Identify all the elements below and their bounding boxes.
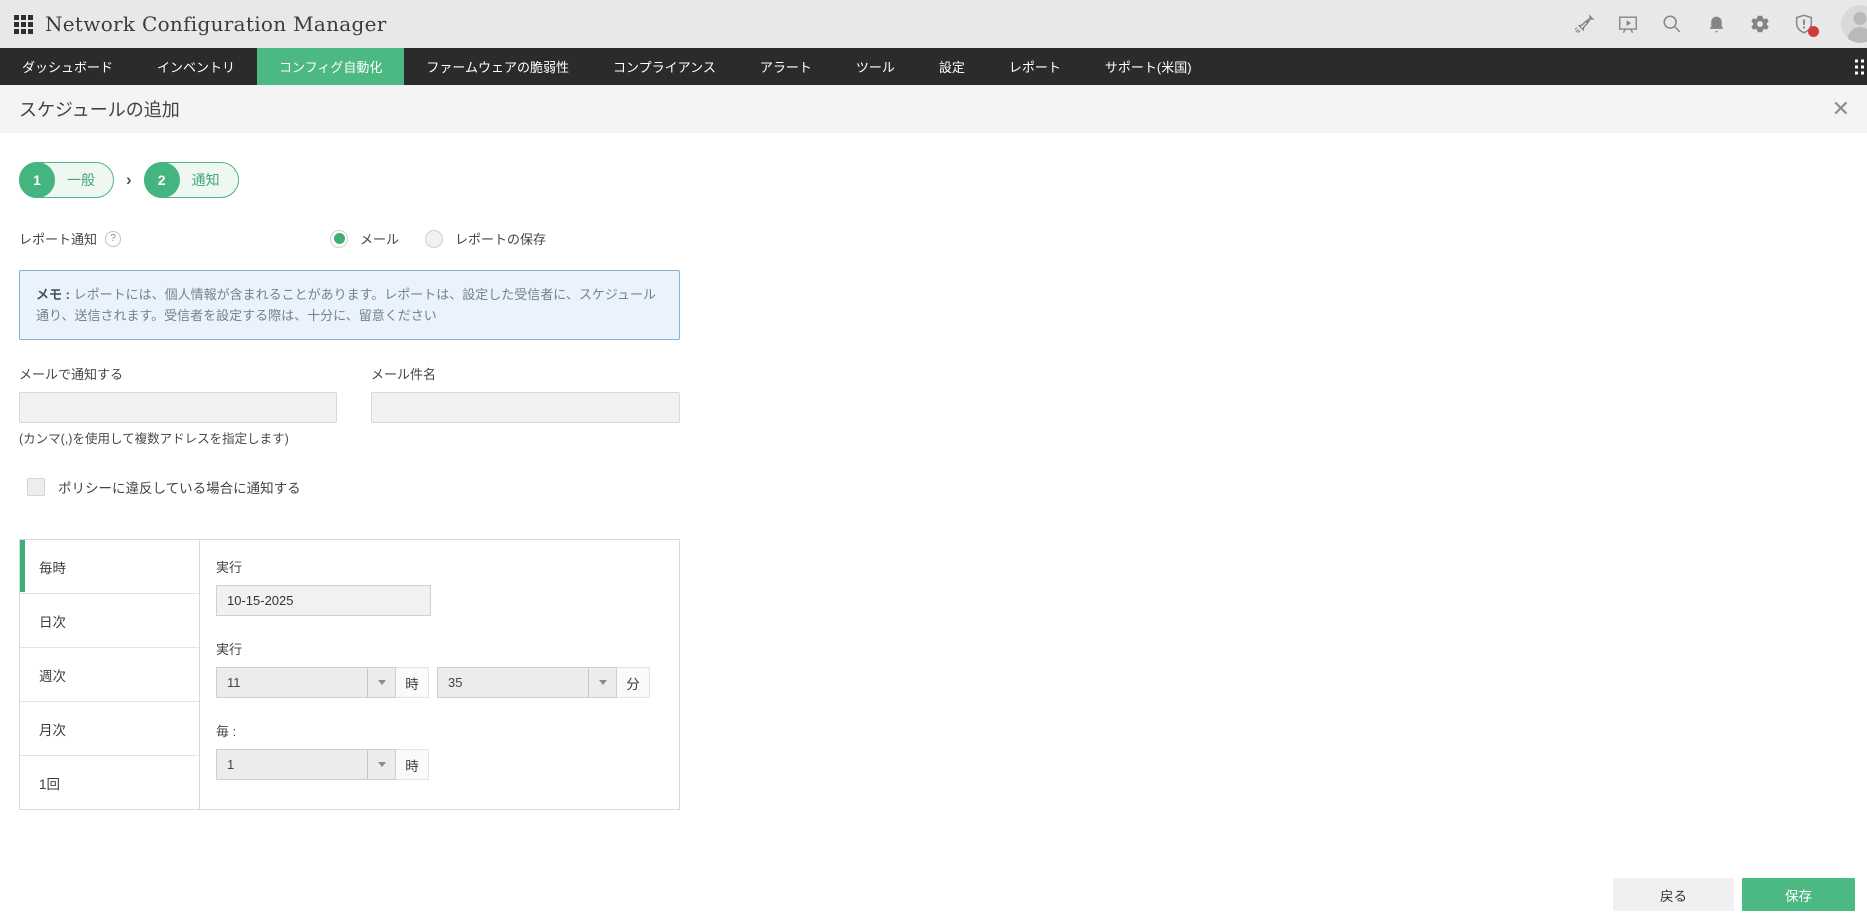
- dialog-content: 1 一般 › 2 通知 レポート通知 ? メール レポートの保存 メモ : レポ…: [0, 133, 1867, 810]
- report-notify-label: レポート通知: [19, 232, 98, 247]
- step-notification-label: 通知: [191, 172, 220, 188]
- run-date-label: 実行: [216, 560, 243, 575]
- every-select-value: 1: [227, 757, 235, 772]
- footer-actions: 戻る 保存: [1613, 878, 1855, 911]
- wizard-steps: 1 一般 › 2 通知: [19, 162, 1848, 198]
- caret-down-icon: [377, 762, 386, 767]
- nav-item-support[interactable]: サポート(米国): [1083, 48, 1214, 85]
- presentation-icon[interactable]: [1617, 13, 1639, 35]
- app-title: Network Configuration Manager: [45, 12, 387, 36]
- alert-badge: [1808, 26, 1819, 37]
- hour-select-value: 11: [227, 675, 241, 690]
- run-date-input[interactable]: 10-15-2025: [216, 585, 431, 616]
- radio-email-label: メール: [360, 232, 400, 247]
- minute-select[interactable]: 35: [437, 667, 617, 698]
- every-label: 毎 :: [216, 724, 237, 739]
- radio-save-report-circle[interactable]: [425, 229, 444, 248]
- nav-item-config-automation[interactable]: コンフィグ自動化: [257, 48, 405, 85]
- dialog-titlebar: スケジュールの追加 ✕: [0, 85, 1867, 133]
- every-select-arrow[interactable]: [367, 750, 395, 779]
- schedule-box: 毎時 日次 週次 月次 1回 実行 10-15-2025 実行 11 時 35: [19, 539, 680, 810]
- nav-more-dots-icon[interactable]: [1855, 59, 1864, 74]
- user-avatar[interactable]: [1841, 5, 1867, 43]
- hour-select[interactable]: 11: [216, 667, 396, 698]
- radio-save-report-label: レポートの保存: [455, 232, 547, 247]
- step-general-label: 一般: [67, 172, 95, 188]
- policy-violation-label: ポリシーに違反している場合に通知する: [58, 481, 301, 496]
- memo-info-box: メモ : レポートには、個人情報が含まれることがあります。レポートは、設定した受…: [19, 270, 680, 340]
- email-subject-input[interactable]: [371, 392, 680, 423]
- schedule-panel: 実行 10-15-2025 実行 11 時 35 分 毎 : 1 時: [200, 540, 679, 809]
- notifications-bell-icon[interactable]: [1705, 13, 1727, 35]
- nav-item-alerts[interactable]: アラート: [738, 48, 834, 85]
- nav-item-firmware-vulnerability[interactable]: ファームウェアの脆弱性: [404, 48, 591, 85]
- caret-down-icon: [598, 680, 607, 685]
- step-notification-number: 2: [143, 162, 180, 198]
- save-button[interactable]: 保存: [1742, 878, 1855, 911]
- radio-email-circle[interactable]: [330, 229, 348, 248]
- step-general[interactable]: 1 一般: [19, 162, 114, 198]
- notify-radio-group: メール レポートの保存: [330, 229, 546, 248]
- minute-select-arrow[interactable]: [588, 668, 616, 697]
- nav-item-inventory[interactable]: インベントリ: [135, 48, 257, 85]
- radio-save-report[interactable]: レポートの保存: [425, 229, 546, 248]
- memo-prefix: メモ :: [36, 287, 70, 302]
- tab-monthly[interactable]: 月次: [20, 702, 199, 756]
- tab-daily[interactable]: 日次: [20, 594, 199, 648]
- every-suffix: 時: [396, 749, 429, 780]
- apps-grid-icon[interactable]: [14, 14, 33, 34]
- hour-suffix: 時: [396, 667, 429, 698]
- memo-text: レポートには、個人情報が含まれることがあります。レポートは、設定した受信者に、ス…: [36, 287, 656, 323]
- tab-once[interactable]: 1回: [20, 756, 199, 809]
- tab-hourly[interactable]: 毎時: [20, 540, 199, 594]
- run-time-label: 実行: [216, 642, 243, 657]
- back-button[interactable]: 戻る: [1613, 878, 1734, 911]
- settings-gear-icon[interactable]: [1749, 13, 1771, 35]
- help-icon[interactable]: ?: [105, 230, 122, 247]
- caret-down-icon: [377, 680, 386, 685]
- header-icons: [1573, 0, 1867, 48]
- policy-violation-checkbox[interactable]: [27, 478, 45, 496]
- email-to-input[interactable]: [19, 392, 337, 423]
- nav-item-settings[interactable]: 設定: [917, 48, 987, 85]
- chevron-right-icon: ›: [126, 170, 132, 189]
- search-icon[interactable]: [1661, 13, 1683, 35]
- hour-select-arrow[interactable]: [367, 668, 395, 697]
- schedule-tabs: 毎時 日次 週次 月次 1回: [20, 540, 200, 809]
- email-fields-row: メールで通知する (カンマ(,)を使用して複数アドレスを指定します) メール件名: [19, 364, 1848, 475]
- nav-item-compliance[interactable]: コンプライアンス: [591, 48, 738, 85]
- policy-violation-checkbox-row[interactable]: ポリシーに違反している場合に通知する: [27, 477, 1848, 497]
- nav-item-tools[interactable]: ツール: [834, 48, 917, 85]
- security-alert-shield-icon[interactable]: [1793, 13, 1819, 37]
- email-to-label: メールで通知する: [19, 367, 124, 382]
- every-select[interactable]: 1: [216, 749, 396, 780]
- run-time-row: 11 時 35 分: [216, 667, 679, 698]
- main-nav: ダッシュボード インベントリ コンフィグ自動化 ファームウェアの脆弱性 コンプラ…: [0, 48, 1867, 85]
- minute-suffix: 分: [617, 667, 650, 698]
- tab-weekly[interactable]: 週次: [20, 648, 199, 702]
- nav-item-reports[interactable]: レポート: [987, 48, 1083, 85]
- minute-select-value: 35: [448, 675, 463, 690]
- step-general-number: 1: [19, 162, 55, 198]
- every-row: 1 時: [216, 749, 679, 780]
- report-notify-row: レポート通知 ? メール レポートの保存: [19, 229, 1848, 248]
- email-hint: (カンマ(,)を使用して複数アドレスを指定します): [19, 432, 289, 446]
- app-header: Network Configuration Manager: [0, 0, 1867, 48]
- page-title: スケジュールの追加: [19, 100, 180, 120]
- radio-email[interactable]: メール: [330, 229, 399, 248]
- close-icon[interactable]: ✕: [1832, 98, 1850, 120]
- nav-item-dashboard[interactable]: ダッシュボード: [0, 48, 135, 85]
- step-notification[interactable]: 2 通知: [143, 162, 239, 198]
- rocket-icon[interactable]: [1573, 13, 1595, 35]
- email-subject-label: メール件名: [371, 367, 437, 382]
